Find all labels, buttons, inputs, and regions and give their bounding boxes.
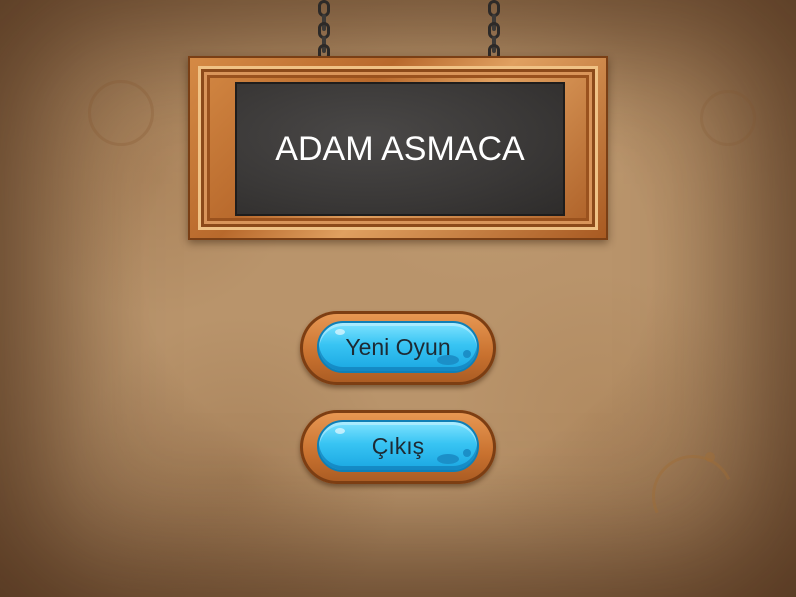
coffee-stain [640, 443, 746, 549]
exit-button-face[interactable]: Çıkış [317, 420, 479, 472]
button-shine [335, 329, 345, 335]
new-game-button[interactable]: Yeni Oyun [300, 311, 496, 385]
button-bubble [463, 350, 471, 358]
paper-stain [700, 90, 756, 146]
game-title: ADAM ASMACA [275, 129, 525, 168]
button-bubble [437, 454, 459, 464]
new-game-button-face[interactable]: Yeni Oyun [317, 321, 479, 373]
coffee-stain-dot [705, 452, 715, 462]
button-bubble [463, 449, 471, 457]
exit-button[interactable]: Çıkış [300, 410, 496, 484]
chalkboard: ADAM ASMACA [235, 82, 565, 216]
exit-label: Çıkış [371, 432, 425, 459]
new-game-label: Yeni Oyun [345, 333, 451, 360]
title-sign: ADAM ASMACA [188, 56, 608, 240]
paper-stain [88, 80, 154, 146]
button-shine [335, 428, 345, 434]
